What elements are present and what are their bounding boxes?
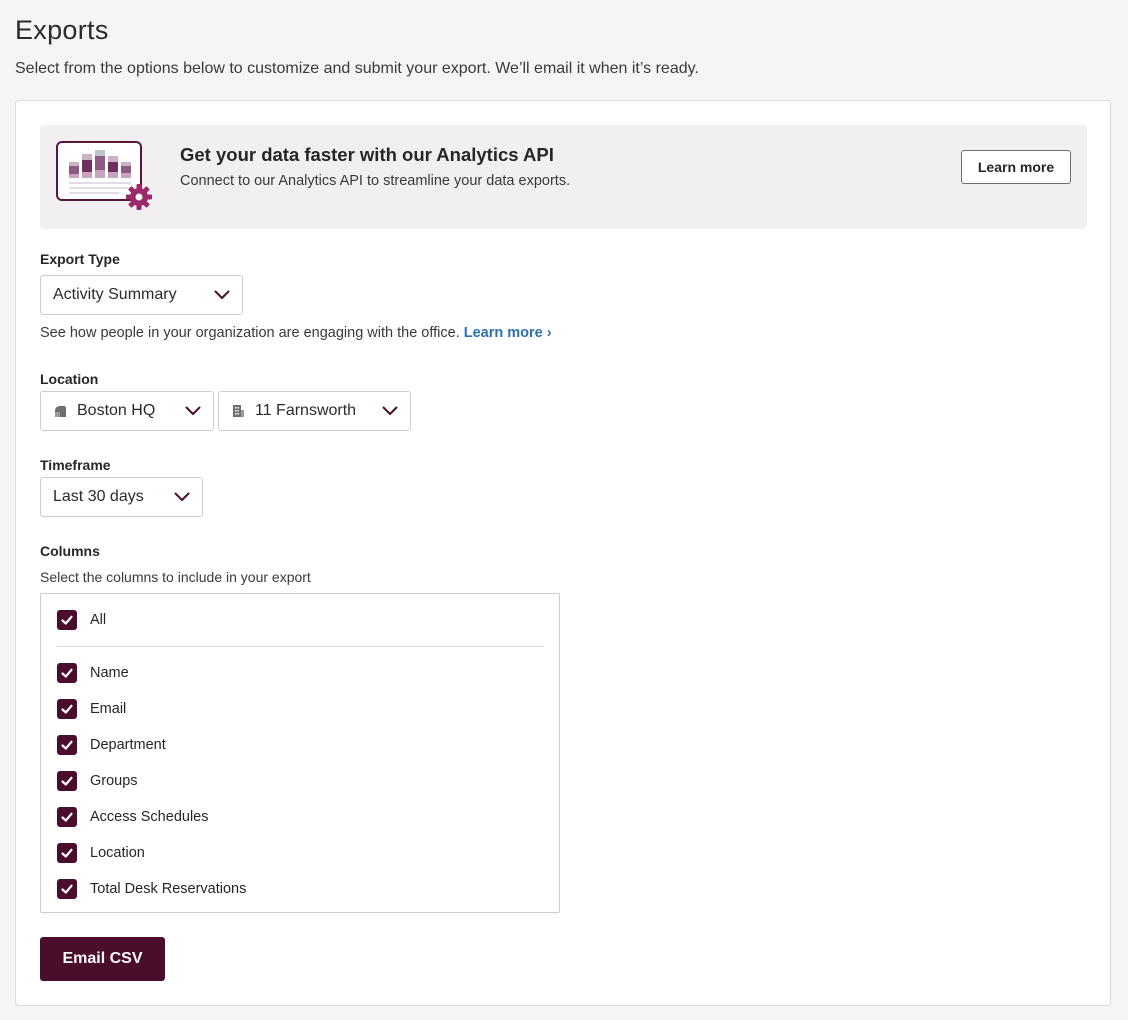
columns-description: Select the columns to include in your ex… [40, 569, 311, 585]
checkmark-icon [57, 735, 77, 755]
columns-checklist: All Name Email Department Groups Access … [40, 593, 560, 913]
location-pin-icon [53, 404, 67, 418]
location-site-select[interactable]: Boston HQ [40, 391, 214, 431]
checkmark-icon [57, 771, 77, 791]
chevron-down-icon [214, 290, 230, 300]
checkbox-groups[interactable]: Groups [57, 771, 138, 791]
banner-heading: Get your data faster with our Analytics … [180, 144, 554, 165]
checkbox-access-schedules[interactable]: Access Schedules [57, 807, 208, 827]
chevron-down-icon [185, 406, 201, 416]
checkmark-icon [57, 699, 77, 719]
location-site-value: Boston HQ [77, 402, 156, 419]
checkbox-label: Total Desk Reservations [90, 881, 247, 897]
timeframe-label: Timeframe [40, 457, 111, 473]
checkbox-label: All [90, 612, 107, 628]
exports-page: Exports Select from the options below to… [0, 0, 1128, 1020]
analytics-api-banner: Get your data faster with our Analytics … [40, 125, 1087, 229]
analytics-chart-icon [56, 141, 152, 210]
checkbox-email[interactable]: Email [57, 699, 126, 719]
columns-label: Columns [40, 543, 100, 559]
checkmark-icon [57, 610, 77, 630]
timeframe-value: Last 30 days [53, 488, 144, 505]
checkbox-label: Access Schedules [90, 809, 209, 825]
chevron-down-icon [382, 406, 398, 416]
checkbox-label: Location [90, 845, 145, 861]
checkbox-label: Email [90, 701, 127, 717]
checkbox-department[interactable]: Department [57, 735, 166, 755]
checkmark-icon [57, 807, 77, 827]
checkbox-location[interactable]: Location [57, 843, 145, 863]
export-type-select[interactable]: Activity Summary [40, 275, 243, 315]
checkbox-label: Department [90, 737, 166, 753]
page-subtitle: Select from the options below to customi… [15, 60, 699, 77]
checkbox-all[interactable]: All [57, 610, 106, 630]
learn-more-button[interactable]: Learn more [961, 150, 1071, 184]
checkmark-icon [57, 843, 77, 863]
page-title: Exports [15, 15, 109, 45]
checkbox-name[interactable]: Name [57, 663, 129, 683]
export-type-label: Export Type [40, 251, 120, 267]
location-building-select[interactable]: 11 Farnsworth [218, 391, 411, 431]
building-icon [231, 404, 245, 418]
export-type-value: Activity Summary [53, 286, 177, 303]
location-building-value: 11 Farnsworth [255, 402, 357, 419]
checkbox-label: Name [90, 665, 129, 681]
export-form-card: Get your data faster with our Analytics … [15, 100, 1111, 1006]
chevron-down-icon [174, 492, 190, 502]
email-csv-button[interactable]: Email CSV [40, 937, 165, 981]
timeframe-select[interactable]: Last 30 days [40, 477, 203, 517]
location-label: Location [40, 371, 99, 387]
banner-text: Connect to our Analytics API to streamli… [180, 173, 571, 189]
checkbox-total-desk-reservations[interactable]: Total Desk Reservations [57, 879, 246, 899]
export-type-description: See how people in your organization are … [40, 325, 552, 341]
checkbox-label: Groups [90, 773, 138, 789]
checkmark-icon [57, 663, 77, 683]
divider [57, 646, 544, 647]
export-type-learn-more-link[interactable]: Learn more › [464, 325, 552, 341]
checkmark-icon [57, 879, 77, 899]
export-type-description-text: See how people in your organization are … [40, 325, 460, 341]
